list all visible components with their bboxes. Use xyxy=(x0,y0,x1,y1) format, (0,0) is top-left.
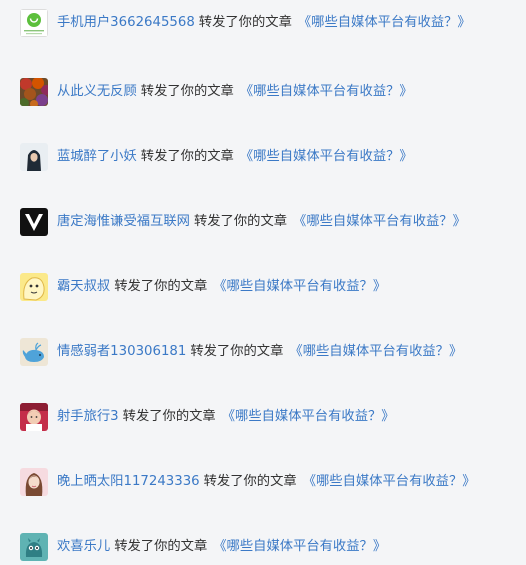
notification-text: 霸天叔叔 转发了你的文章 《哪些自媒体平台有收益？》 xyxy=(57,273,386,301)
notification-text: 情感弱者130306181 转发了你的文章 《哪些自媒体平台有收益？》 xyxy=(57,338,462,366)
action-text: 转发了你的文章 xyxy=(193,214,288,229)
whale-avatar-icon[interactable] xyxy=(20,338,48,366)
article-link[interactable]: 《哪些自媒体平台有收益？》 xyxy=(240,149,413,164)
username-link[interactable]: 蓝城醉了小妖 xyxy=(57,149,137,164)
username-link[interactable]: 欢喜乐儿 xyxy=(57,539,110,554)
action-text: 转发了你的文章 xyxy=(140,84,234,99)
action-text: 转发了你的文章 xyxy=(140,149,234,164)
teal-creature-avatar-icon[interactable] xyxy=(20,533,48,561)
notification-item: 欢喜乐儿 转发了你的文章 《哪些自媒体平台有收益？》 xyxy=(20,533,526,561)
action-text: 转发了你的文章 xyxy=(203,474,297,489)
action-text: 转发了你的文章 xyxy=(190,344,284,359)
hooded-girl-avatar-icon[interactable] xyxy=(20,143,48,171)
action-text: 转发了你的文章 xyxy=(122,409,216,424)
username-link[interactable]: 唐定海惟谦受福互联网 xyxy=(57,214,190,229)
username-link[interactable]: 射手旅行3 xyxy=(57,409,119,424)
username-link[interactable]: 晚上晒太阳117243336 xyxy=(57,474,200,489)
notification-text: 欢喜乐儿 转发了你的文章 《哪些自媒体平台有收益？》 xyxy=(57,533,386,561)
notification-text: 晚上晒太阳117243336 转发了你的文章 《哪些自媒体平台有收益？》 xyxy=(57,468,476,496)
article-link[interactable]: 《哪些自媒体平台有收益？》 xyxy=(213,539,386,554)
username-link[interactable]: 情感弱者130306181 xyxy=(57,344,186,359)
notification-feed: 手机用户3662645568 转发了你的文章 《哪些自媒体平台有收益？》 从此义无反… xyxy=(0,0,526,565)
action-text: 转发了你的文章 xyxy=(114,279,208,294)
v-logo-avatar-icon[interactable] xyxy=(20,208,48,236)
username-link[interactable]: 手机用户3662645568 xyxy=(57,15,195,30)
article-link[interactable]: 《哪些自媒体平台有收益？》 xyxy=(240,84,413,99)
notification-item: 手机用户3662645568 转发了你的文章 《哪些自媒体平台有收益？》 xyxy=(20,9,526,37)
notification-item: 唐定海惟谦受福互联网 转发了你的文章 《哪些自媒体平台有收益？》 xyxy=(20,208,526,236)
notification-item: 情感弱者130306181 转发了你的文章 《哪些自媒体平台有收益？》 xyxy=(20,338,526,366)
green-phone-avatar-icon[interactable] xyxy=(20,9,48,37)
username-link[interactable]: 从此义无反顾 xyxy=(57,84,137,99)
article-link[interactable]: 《哪些自媒体平台有收益？》 xyxy=(298,15,471,30)
notification-text: 射手旅行3 转发了你的文章 《哪些自媒体平台有收益？》 xyxy=(57,403,395,431)
notification-text: 手机用户3662645568 转发了你的文章 《哪些自媒体平台有收益？》 xyxy=(57,9,471,37)
username-link[interactable]: 霸天叔叔 xyxy=(57,279,110,294)
notification-text: 唐定海惟谦受福互联网 转发了你的文章 《哪些自媒体平台有收益？》 xyxy=(57,208,466,236)
action-text: 转发了你的文章 xyxy=(114,539,208,554)
article-link[interactable]: 《哪些自媒体平台有收益？》 xyxy=(289,344,462,359)
article-link[interactable]: 《哪些自媒体平台有收益？》 xyxy=(222,409,395,424)
article-link[interactable]: 《哪些自媒体平台有收益？》 xyxy=(213,279,386,294)
article-link[interactable]: 《哪些自媒体平台有收益？》 xyxy=(293,214,466,229)
girl-portrait-avatar-icon[interactable] xyxy=(20,468,48,496)
notification-item: 射手旅行3 转发了你的文章 《哪些自媒体平台有收益？》 xyxy=(20,403,526,431)
notification-text: 蓝城醉了小妖 转发了你的文章 《哪些自媒体平台有收益？》 xyxy=(57,143,413,171)
cartoon-face-avatar-icon[interactable] xyxy=(20,273,48,301)
autumn-photo-avatar-icon[interactable] xyxy=(20,78,48,106)
article-link[interactable]: 《哪些自媒体平台有收益？》 xyxy=(303,474,476,489)
notification-item: 晚上晒太阳117243336 转发了你的文章 《哪些自媒体平台有收益？》 xyxy=(20,468,526,496)
action-text: 转发了你的文章 xyxy=(198,15,292,30)
notification-item: 从此义无反顾 转发了你的文章 《哪些自媒体平台有收益？》 xyxy=(20,78,526,106)
notification-text: 从此义无反顾 转发了你的文章 《哪些自媒体平台有收益？》 xyxy=(57,78,413,106)
notification-item: 蓝城醉了小妖 转发了你的文章 《哪些自媒体平台有收益？》 xyxy=(20,143,526,171)
notification-item: 霸天叔叔 转发了你的文章 《哪些自媒体平台有收益？》 xyxy=(20,273,526,301)
baby-photo-avatar-icon[interactable] xyxy=(20,403,48,431)
